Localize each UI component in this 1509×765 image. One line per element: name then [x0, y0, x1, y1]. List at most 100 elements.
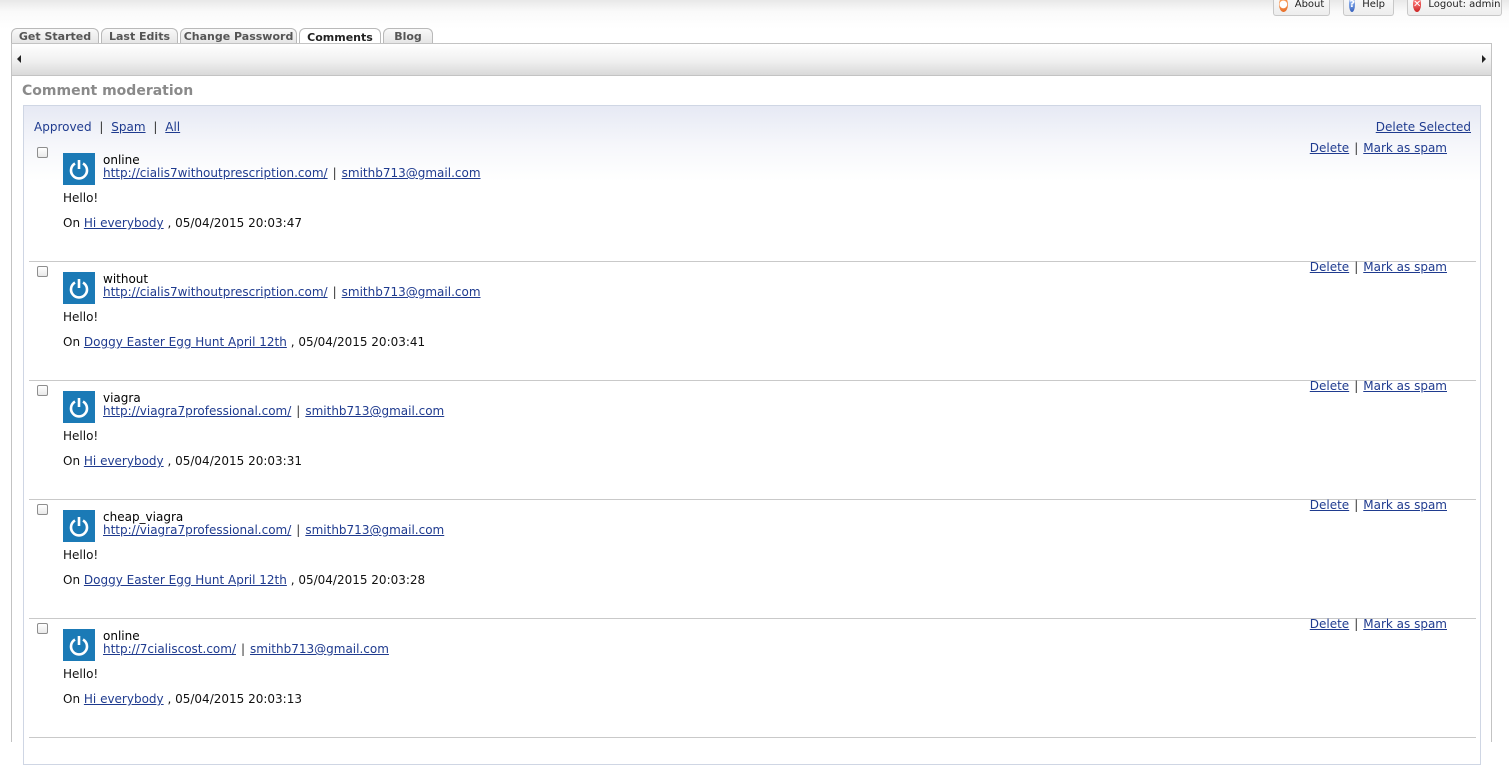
power-icon: [69, 517, 89, 537]
filter-spam-link[interactable]: Spam: [111, 120, 145, 134]
author-website-link[interactable]: http://7cialiscost.com/: [103, 642, 236, 656]
power-icon: [69, 279, 89, 299]
author-email-link[interactable]: smithb713@gmail.com: [250, 642, 389, 656]
delete-link[interactable]: Delete: [1310, 379, 1349, 393]
filter-separator: |: [99, 120, 104, 134]
delete-link[interactable]: Delete: [1310, 260, 1349, 274]
avatar: [63, 272, 95, 304]
power-icon: [69, 160, 89, 180]
comment-author: online: [103, 153, 140, 167]
delete-link[interactable]: Delete: [1310, 498, 1349, 512]
link-separator: |: [332, 285, 337, 299]
comment-actions: Delete | Mark as spam: [1310, 260, 1447, 274]
scroll-right-icon[interactable]: [1482, 55, 1486, 63]
logout-icon: ✕: [1413, 0, 1422, 12]
comment-date: , 05/04/2015 20:03:28: [290, 573, 426, 587]
comment-body: Hello!: [63, 429, 99, 443]
power-icon: [69, 636, 89, 656]
author-website-link[interactable]: http://cialis7withoutprescription.com/: [103, 166, 328, 180]
link-separator: |: [296, 523, 301, 537]
about-button[interactable]: ● About: [1273, 0, 1330, 16]
tab-last-edits[interactable]: Last Edits: [101, 28, 178, 44]
tab-blog[interactable]: Blog: [383, 28, 433, 44]
post-title-link[interactable]: Hi everybody: [84, 692, 164, 706]
tab-change-password[interactable]: Change Password: [180, 28, 297, 44]
scroll-left-icon[interactable]: [17, 55, 21, 63]
comment-select-checkbox[interactable]: [37, 385, 48, 396]
on-label: On: [63, 454, 81, 468]
comment-date: , 05/04/2015 20:03:13: [167, 692, 302, 706]
comment-links: http://cialis7withoutprescription.com/ | s…: [103, 285, 481, 299]
comment-links: http://7cialiscost.com/ | smithb713@gmail.…: [103, 642, 389, 656]
author-email-link[interactable]: smithb713@gmail.com: [305, 404, 444, 418]
mark-as-spam-link[interactable]: Mark as spam: [1363, 379, 1447, 393]
mark-as-spam-link[interactable]: Mark as spam: [1363, 617, 1447, 631]
author-website-link[interactable]: http://cialis7withoutprescription.com/: [103, 285, 328, 299]
comment-item: online http://7cialiscost.com/ | smithb713…: [29, 617, 1476, 738]
comment-links: http://viagra7professional.com/ | smithb71…: [103, 523, 444, 537]
comment-meta: On Doggy Easter Egg Hunt April 12th , 05…: [63, 335, 425, 349]
comment-date: , 05/04/2015 20:03:41: [290, 335, 426, 349]
comment-item: without http://cialis7withoutprescriptio…: [29, 260, 1476, 381]
help-button[interactable]: ? Help: [1343, 0, 1394, 16]
comment-date: , 05/04/2015 20:03:47: [167, 216, 302, 230]
comment-author: online: [103, 629, 140, 643]
delete-link[interactable]: Delete: [1310, 141, 1349, 155]
tab-scroller: [11, 43, 1492, 76]
on-label: On: [63, 335, 81, 349]
comment-actions: Delete | Mark as spam: [1310, 498, 1447, 512]
comment-body: Hello!: [63, 310, 99, 324]
comment-select-checkbox[interactable]: [37, 623, 48, 634]
action-separator: |: [1354, 379, 1359, 393]
logout-button[interactable]: ✕ Logout: admin: [1407, 0, 1502, 16]
author-website-link[interactable]: http://viagra7professional.com/: [103, 523, 291, 537]
comment-item: cheap_viagra http://viagra7professional.…: [29, 498, 1476, 619]
on-label: On: [63, 573, 81, 587]
comment-actions: Delete | Mark as spam: [1310, 379, 1447, 393]
author-email-link[interactable]: smithb713@gmail.com: [342, 166, 481, 180]
help-icon: ?: [1349, 0, 1356, 12]
comment-body: Hello!: [63, 548, 99, 562]
power-icon: [69, 398, 89, 418]
comment-item: online http://cialis7withoutprescription…: [29, 141, 1476, 262]
action-separator: |: [1354, 617, 1359, 631]
comment-body: Hello!: [63, 667, 99, 681]
comment-select-checkbox[interactable]: [37, 266, 48, 277]
action-separator: |: [1354, 498, 1359, 512]
mark-as-spam-link[interactable]: Mark as spam: [1363, 141, 1447, 155]
filter-all-link[interactable]: All: [165, 120, 180, 134]
logout-label: Logout: admin: [1428, 0, 1501, 10]
about-icon: ●: [1279, 0, 1288, 12]
comment-meta: On Hi everybody , 05/04/2015 20:03:13: [63, 692, 302, 706]
tab-get-started[interactable]: Get Started: [11, 28, 99, 44]
comment-select-checkbox[interactable]: [37, 504, 48, 515]
comment-meta: On Hi everybody , 05/04/2015 20:03:47: [63, 216, 302, 230]
author-email-link[interactable]: smithb713@gmail.com: [342, 285, 481, 299]
on-label: On: [63, 692, 81, 706]
post-title-link[interactable]: Doggy Easter Egg Hunt April 12th: [84, 335, 287, 349]
link-separator: |: [332, 166, 337, 180]
filter-approved[interactable]: Approved: [34, 120, 92, 134]
comment-author: without: [103, 272, 149, 286]
comment-actions: Delete | Mark as spam: [1310, 141, 1447, 155]
comment-links: http://viagra7professional.com/ | smithb71…: [103, 404, 444, 418]
top-bar: ● About ? Help ✕ Logout: admin: [0, 0, 1509, 29]
mark-as-spam-link[interactable]: Mark as spam: [1363, 260, 1447, 274]
comment-links: http://cialis7withoutprescription.com/ | s…: [103, 166, 481, 180]
comment-actions: Delete | Mark as spam: [1310, 617, 1447, 631]
on-label: On: [63, 216, 81, 230]
delete-selected-link[interactable]: Delete Selected: [1376, 120, 1471, 134]
post-title-link[interactable]: Hi everybody: [84, 454, 164, 468]
post-title-link[interactable]: Hi everybody: [84, 216, 164, 230]
comment-author: cheap_viagra: [103, 510, 184, 524]
delete-link[interactable]: Delete: [1310, 617, 1349, 631]
action-separator: |: [1354, 141, 1359, 155]
author-website-link[interactable]: http://viagra7professional.com/: [103, 404, 291, 418]
help-label: Help: [1362, 0, 1385, 10]
mark-as-spam-link[interactable]: Mark as spam: [1363, 498, 1447, 512]
post-title-link[interactable]: Doggy Easter Egg Hunt April 12th: [84, 573, 287, 587]
author-email-link[interactable]: smithb713@gmail.com: [305, 523, 444, 537]
avatar: [63, 629, 95, 661]
filter-separator: |: [153, 120, 158, 134]
comment-select-checkbox[interactable]: [37, 147, 48, 158]
